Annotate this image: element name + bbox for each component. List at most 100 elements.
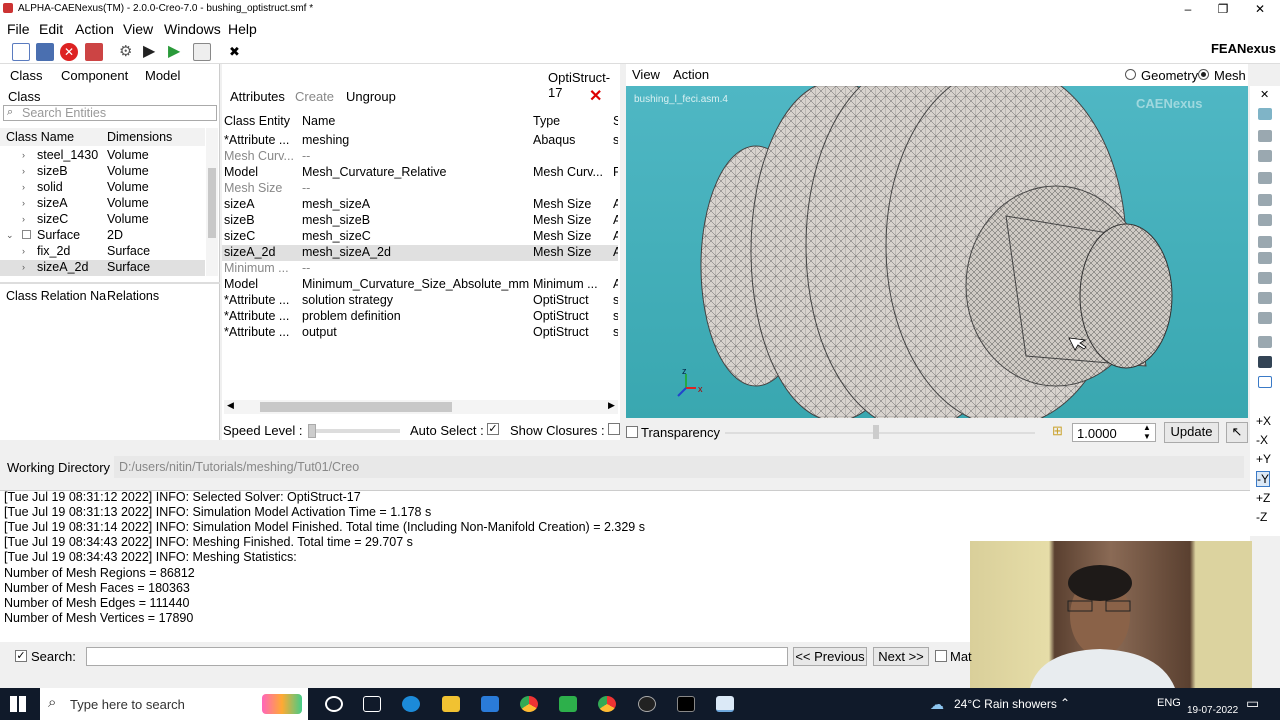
cortana-icon[interactable] xyxy=(325,696,343,712)
maximize-icon[interactable]: ❐ xyxy=(1205,0,1241,18)
menu-view[interactable]: View xyxy=(123,21,153,37)
minimize-icon[interactable]: – xyxy=(1170,0,1206,18)
view-plus-y-button[interactable]: +Y xyxy=(1256,452,1271,466)
entity-row[interactable]: *Attribute ... solution strategy OptiStruc… xyxy=(222,293,618,309)
viewport-action-menu[interactable]: Action xyxy=(673,67,709,82)
slider-handle[interactable] xyxy=(308,424,316,438)
horizontal-scrollbar[interactable]: ◀ ▶ xyxy=(224,400,618,414)
entity-row[interactable]: *Attribute ... meshing Abaqus s xyxy=(222,133,618,149)
weather-text[interactable]: 24°C Rain showers xyxy=(954,697,1057,711)
entity-row[interactable]: *Attribute ... problem definition OptiStru… xyxy=(222,309,618,325)
class-row-group[interactable]: ⌄ Surface 2D xyxy=(0,228,205,244)
geometry-radio[interactable] xyxy=(1125,69,1136,80)
entity-row[interactable]: Model Mesh_Curvature_Relative Mesh Curv...… xyxy=(222,165,618,181)
chrome-profile-icon[interactable] xyxy=(598,696,616,712)
windows-start-icon[interactable] xyxy=(10,696,26,712)
file-explorer-icon[interactable] xyxy=(442,696,460,712)
fit-view-icon[interactable] xyxy=(1258,376,1272,388)
class-row[interactable]: › sizeA Volume xyxy=(0,196,205,212)
app-green-icon[interactable] xyxy=(559,696,577,712)
scale-spinbox[interactable]: 1.0000 ▲ ▼ xyxy=(1072,423,1156,442)
view-minus-z-button[interactable]: -Z xyxy=(1256,510,1267,524)
class-row[interactable]: › steel_1430 Volume xyxy=(0,148,205,164)
layers-icon[interactable] xyxy=(1258,214,1272,226)
taskbar-search-box[interactable]: ⌕ Type here to search xyxy=(40,688,308,720)
entity-row[interactable]: sizeA mesh_sizeA Mesh Size A xyxy=(222,197,618,213)
match-checkbox[interactable] xyxy=(935,650,947,662)
previous-button[interactable]: << Previous xyxy=(793,647,867,666)
class-row[interactable]: › sizeC Volume xyxy=(0,212,205,228)
diamond-filled-icon[interactable] xyxy=(1258,356,1272,368)
box-icon[interactable] xyxy=(1258,292,1272,304)
layers-icon[interactable] xyxy=(1258,172,1272,184)
class-row-selected[interactable]: › sizeA_2d Surface xyxy=(0,260,205,276)
class-row[interactable]: › fix_2d Surface xyxy=(0,244,205,260)
caenexus-app-icon[interactable] xyxy=(716,696,734,712)
attributes-button[interactable]: Attributes xyxy=(230,89,285,104)
entity-group-row[interactable]: Minimum ... -- xyxy=(222,261,618,277)
chrome-icon[interactable] xyxy=(520,696,538,712)
mail-icon[interactable] xyxy=(481,696,499,712)
list-icon[interactable] xyxy=(193,43,211,61)
tab-model[interactable]: Model xyxy=(145,68,180,83)
gear-icon[interactable]: ⚙ xyxy=(119,43,137,61)
import-icon[interactable] xyxy=(36,43,54,61)
entity-row[interactable]: *Attribute ... output OptiStruct s xyxy=(222,325,618,341)
slider-handle[interactable] xyxy=(873,425,879,439)
working-directory-field[interactable]: D:/users/nitin/Tutorials/meshing/Tut01/C… xyxy=(114,456,1244,478)
search-entities-input[interactable]: ⌕ Search Entities xyxy=(3,105,217,121)
view-cube-icon[interactable] xyxy=(1258,236,1272,248)
entity-row[interactable]: sizeB mesh_sizeB Mesh Size A xyxy=(222,213,618,229)
eye-icon[interactable] xyxy=(1258,130,1272,142)
view-plus-x-button[interactable]: +X xyxy=(1256,414,1271,428)
box-icon[interactable] xyxy=(1258,312,1272,324)
search-checkbox[interactable]: ✓ xyxy=(15,650,27,662)
update-button[interactable]: Update xyxy=(1164,422,1219,443)
menu-help[interactable]: Help xyxy=(228,21,257,37)
entity-group-row[interactable]: Mesh Curv... -- xyxy=(222,149,618,165)
mesh-grid-icon[interactable] xyxy=(85,43,103,61)
diamond-icon[interactable] xyxy=(1258,336,1272,348)
entity-row[interactable]: Model Minimum_Curvature_Size_Absolute_mm M… xyxy=(222,277,618,293)
new-file-icon[interactable] xyxy=(12,43,30,61)
class-row[interactable]: › solid Volume xyxy=(0,180,205,196)
collapse-icon[interactable]: ✕ xyxy=(1260,88,1269,101)
entity-row-selected[interactable]: sizeA_2d mesh_sizeA_2d Mesh Size A xyxy=(222,245,618,261)
entity-row[interactable]: sizeC mesh_sizeC Mesh Size A xyxy=(222,229,618,245)
edge-icon[interactable] xyxy=(402,696,420,712)
spin-arrows-icon[interactable]: ▲ ▼ xyxy=(1143,423,1151,441)
layers-icon[interactable] xyxy=(1258,194,1272,206)
notification-icon[interactable]: ▭ xyxy=(1246,695,1259,712)
3d-viewport[interactable]: bushing_l_feci.asm.4 CAENexus z x xyxy=(626,86,1248,418)
tray-chevron-icon[interactable]: ⌃ xyxy=(1060,696,1070,710)
entity-group-row[interactable]: Mesh Size -- xyxy=(222,181,618,197)
tab-class[interactable]: Class xyxy=(10,68,43,83)
mesh-radio[interactable] xyxy=(1198,69,1209,80)
close-icon[interactable]: ✕ xyxy=(1242,0,1278,18)
menu-windows[interactable]: Windows xyxy=(164,21,221,37)
scroll-thumb[interactable] xyxy=(260,402,452,412)
terminal-icon[interactable] xyxy=(677,696,695,712)
run-icon[interactable]: ▶ xyxy=(168,43,186,61)
view-minus-x-button[interactable]: -X xyxy=(1256,433,1268,447)
view-minus-y-button[interactable]: -Y xyxy=(1256,471,1270,487)
language-indicator[interactable]: ENG xyxy=(1157,697,1181,709)
class-row[interactable]: › sizeB Volume xyxy=(0,164,205,180)
pin-icon[interactable]: ✖ xyxy=(229,43,247,61)
point-icon[interactable] xyxy=(1258,252,1272,264)
next-button[interactable]: Next >> xyxy=(873,647,929,666)
home-view-icon[interactable] xyxy=(1258,108,1272,120)
menu-edit[interactable]: Edit xyxy=(39,21,63,37)
transparency-slider[interactable] xyxy=(725,425,1035,439)
taskbar-date[interactable]: 19-07-2022 xyxy=(1187,705,1238,716)
obs-icon[interactable] xyxy=(638,696,656,712)
view-plus-z-button[interactable]: +Z xyxy=(1256,491,1270,505)
pencil-icon[interactable] xyxy=(1258,272,1272,284)
stop-icon[interactable]: ✕ xyxy=(60,43,78,61)
viewport-view-menu[interactable]: View xyxy=(632,67,660,82)
create-button[interactable]: Create xyxy=(295,89,334,104)
expand-icon[interactable]: ↖ xyxy=(1226,422,1248,443)
auto-select-checkbox[interactable]: ✓ xyxy=(487,423,499,435)
scroll-thumb[interactable] xyxy=(208,168,216,238)
tab-component[interactable]: Component xyxy=(61,68,128,83)
